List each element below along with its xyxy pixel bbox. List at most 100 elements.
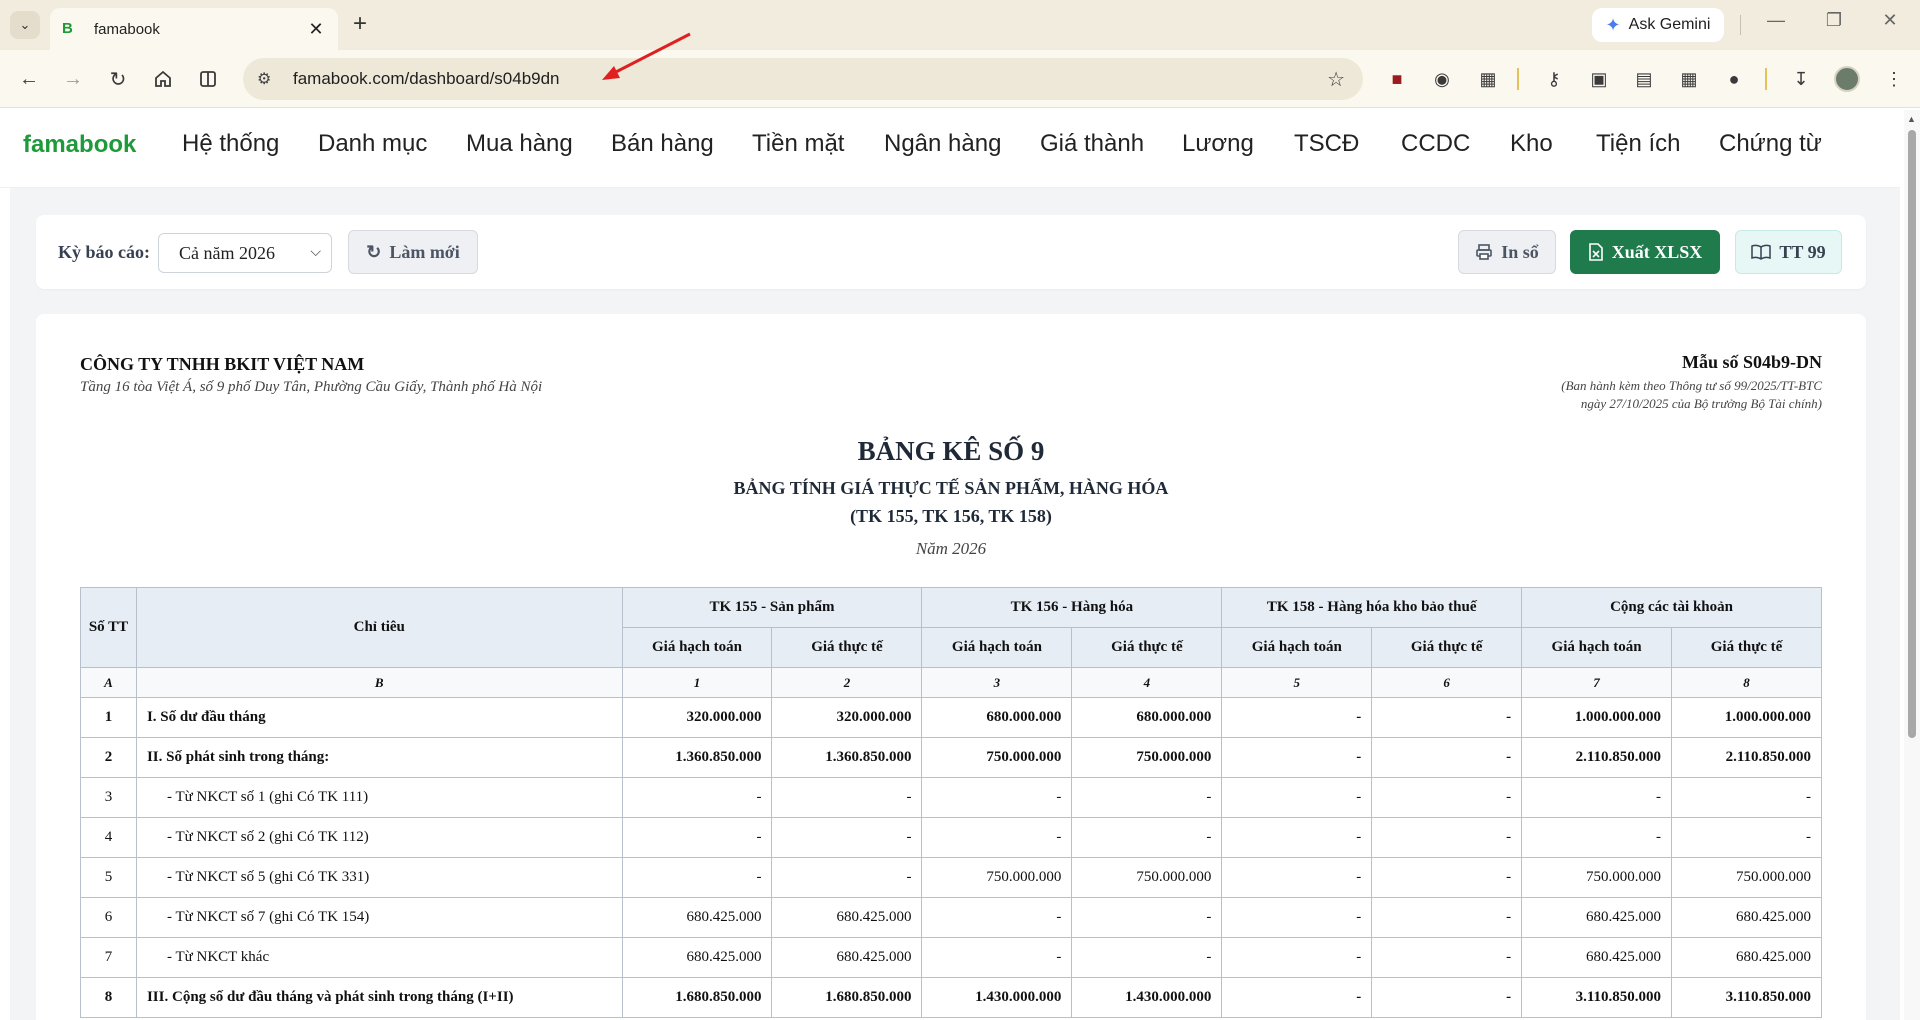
tab-search-button[interactable]: ⌄: [10, 11, 40, 39]
form-note-line-2: ngày 27/10/2025 của Bộ trưởng Bộ Tài chí…: [1580, 396, 1822, 411]
toolbar-divider: [1517, 68, 1519, 90]
report-title: BẢNG KÊ SỐ 9: [857, 436, 1045, 466]
row-label: - Từ NKCT số 2 (ghi Có TK 112): [135, 817, 623, 858]
refresh-icon: ↻: [366, 241, 382, 262]
download-icon[interactable]: ↧: [1787, 65, 1815, 93]
key-icon[interactable]: ⚷: [1540, 65, 1568, 93]
arrow-left-icon: ←: [19, 67, 39, 90]
tag-extension-icon[interactable]: ◉: [1428, 65, 1456, 93]
row-no: 6: [80, 897, 137, 938]
menu-item-he-thong[interactable]: Hệ thống: [182, 130, 279, 158]
kebab-menu-icon[interactable]: ⋮: [1880, 65, 1908, 93]
reading-list-icon[interactable]: ▤: [1630, 65, 1658, 93]
row-value: -: [1521, 817, 1673, 858]
export-xlsx-button[interactable]: Xuất XLSX: [1570, 230, 1720, 274]
menu-item-ban-hang[interactable]: Bán hàng: [611, 130, 714, 158]
url-text[interactable]: famabook.com/dashboard/s04b9dn: [293, 69, 1327, 89]
form-note-line-1: (Ban hành kèm theo Thông tư số 99/2025/T…: [1561, 378, 1822, 393]
restore-icon: ❐: [1825, 10, 1843, 30]
close-icon[interactable]: ✕: [306, 19, 326, 40]
minimize-button[interactable]: —: [1756, 10, 1796, 31]
row-value: 1.360.850.000: [771, 737, 923, 778]
home-button[interactable]: [148, 64, 178, 94]
address-bar[interactable]: ⚙ famabook.com/dashboard/s04b9dn ☆: [243, 58, 1363, 100]
print-button[interactable]: In sổ: [1458, 230, 1556, 274]
app-navbar: famabook Hệ thống Danh mục Mua hàng Bán …: [0, 108, 1900, 188]
row-value: 320.000.000: [771, 697, 923, 738]
incognito-icon[interactable]: ●: [1720, 65, 1748, 93]
export-label: Xuất XLSX: [1611, 241, 1703, 262]
scroll-up-icon[interactable]: ▲: [1907, 114, 1916, 124]
window-controls-divider: [1740, 15, 1741, 35]
profile-avatar[interactable]: [1834, 66, 1860, 92]
row-no: 4: [80, 817, 137, 858]
puzzle-extensions-icon[interactable]: ▦: [1474, 65, 1502, 93]
row-value: 680.000.000: [921, 697, 1073, 738]
bookmark-star-icon[interactable]: ☆: [1327, 67, 1345, 92]
row-value: 680.425.000: [621, 937, 773, 978]
shield-extension-icon[interactable]: ■: [1383, 65, 1411, 93]
reading-mode-button[interactable]: [193, 64, 223, 94]
row-label: III. Cộng số dư đầu tháng và phát sinh t…: [135, 977, 623, 1018]
close-window-button[interactable]: ✕: [1870, 10, 1910, 31]
page-scrollbar[interactable]: ▲: [1904, 110, 1920, 1020]
row-value: -: [1071, 817, 1223, 858]
split-view-icon: [200, 71, 216, 87]
menu-item-tien-ich[interactable]: Tiện ích: [1596, 130, 1680, 158]
menu-item-chung-tu[interactable]: Chứng từ: [1719, 130, 1822, 158]
row-value: 1.000.000.000: [1521, 697, 1673, 738]
reload-button[interactable]: ↻: [103, 64, 133, 94]
scrollbar-thumb[interactable]: [1908, 130, 1916, 738]
tab-title: famabook: [94, 20, 160, 38]
row-value: -: [1221, 697, 1373, 738]
header-group-tk155: TK 155 - Sản phẩm: [621, 587, 923, 628]
menu-item-luong[interactable]: Lương: [1182, 130, 1254, 158]
row-value: -: [1221, 977, 1373, 1018]
restore-button[interactable]: ❐: [1814, 10, 1854, 31]
row-value: 750.000.000: [921, 737, 1073, 778]
table-row: 3 - Từ NKCT số 1 (ghi Có TK 111) - - - -…: [80, 777, 1822, 818]
back-button[interactable]: ←: [14, 64, 44, 94]
close-icon: ✕: [1882, 10, 1898, 30]
site-settings-icon[interactable]: ⚙: [257, 69, 281, 89]
toolbar-divider: [1765, 68, 1767, 90]
refresh-button[interactable]: ↻ Làm mới: [348, 230, 478, 274]
header-no: Số TT: [80, 587, 137, 668]
card-icon[interactable]: ▣: [1585, 65, 1613, 93]
menu-item-danh-muc[interactable]: Danh mục: [318, 130, 427, 158]
row-no: 7: [80, 937, 137, 978]
row-value: -: [921, 777, 1073, 818]
table-icon[interactable]: ▦: [1675, 65, 1703, 93]
print-label: In sổ: [1501, 241, 1539, 262]
ask-gemini-button[interactable]: ✦ Ask Gemini: [1592, 8, 1724, 42]
index-cell: 4: [1071, 667, 1223, 698]
index-cell: 5: [1221, 667, 1373, 698]
row-value: -: [1221, 777, 1373, 818]
menu-item-mua-hang[interactable]: Mua hàng: [466, 130, 573, 158]
brand-logo[interactable]: famabook: [23, 131, 136, 159]
row-value: 680.425.000: [1671, 937, 1822, 978]
menu-item-tscd[interactable]: TSCĐ: [1294, 130, 1359, 158]
new-tab-button[interactable]: +: [353, 11, 367, 37]
forward-button[interactable]: →: [58, 64, 88, 94]
circular-button[interactable]: TT 99: [1735, 230, 1842, 274]
row-value: -: [1521, 777, 1673, 818]
index-cell: 7: [1521, 667, 1673, 698]
circular-label: TT 99: [1779, 241, 1826, 262]
browser-tab[interactable]: B famabook ✕: [50, 8, 338, 50]
browser-toolbar: ← → ↻ ⚙ famabook.com/dashboard/s04b9dn ☆…: [0, 50, 1920, 108]
row-value: -: [1071, 937, 1223, 978]
period-select[interactable]: Cả năm 2026 ⌵: [158, 233, 332, 273]
subheader-cell: Giá hạch toán: [621, 627, 773, 668]
company-name: CÔNG TY TNHH BKIT VIỆT NAM: [80, 354, 365, 374]
menu-item-ngan-hang[interactable]: Ngân hàng: [884, 130, 1001, 158]
home-icon: [155, 70, 171, 87]
menu-item-kho[interactable]: Kho: [1510, 130, 1553, 158]
menu-item-ccdc[interactable]: CCDC: [1401, 130, 1470, 158]
menu-item-gia-thanh[interactable]: Giá thành: [1040, 130, 1144, 158]
table-row: 2 II. Số phát sinh trong tháng: 1.360.85…: [80, 737, 1822, 778]
row-value: -: [771, 777, 923, 818]
period-label: Kỳ báo cáo:: [58, 242, 150, 262]
menu-item-tien-mat[interactable]: Tiền mặt: [752, 130, 844, 158]
index-cell: 6: [1371, 667, 1523, 698]
